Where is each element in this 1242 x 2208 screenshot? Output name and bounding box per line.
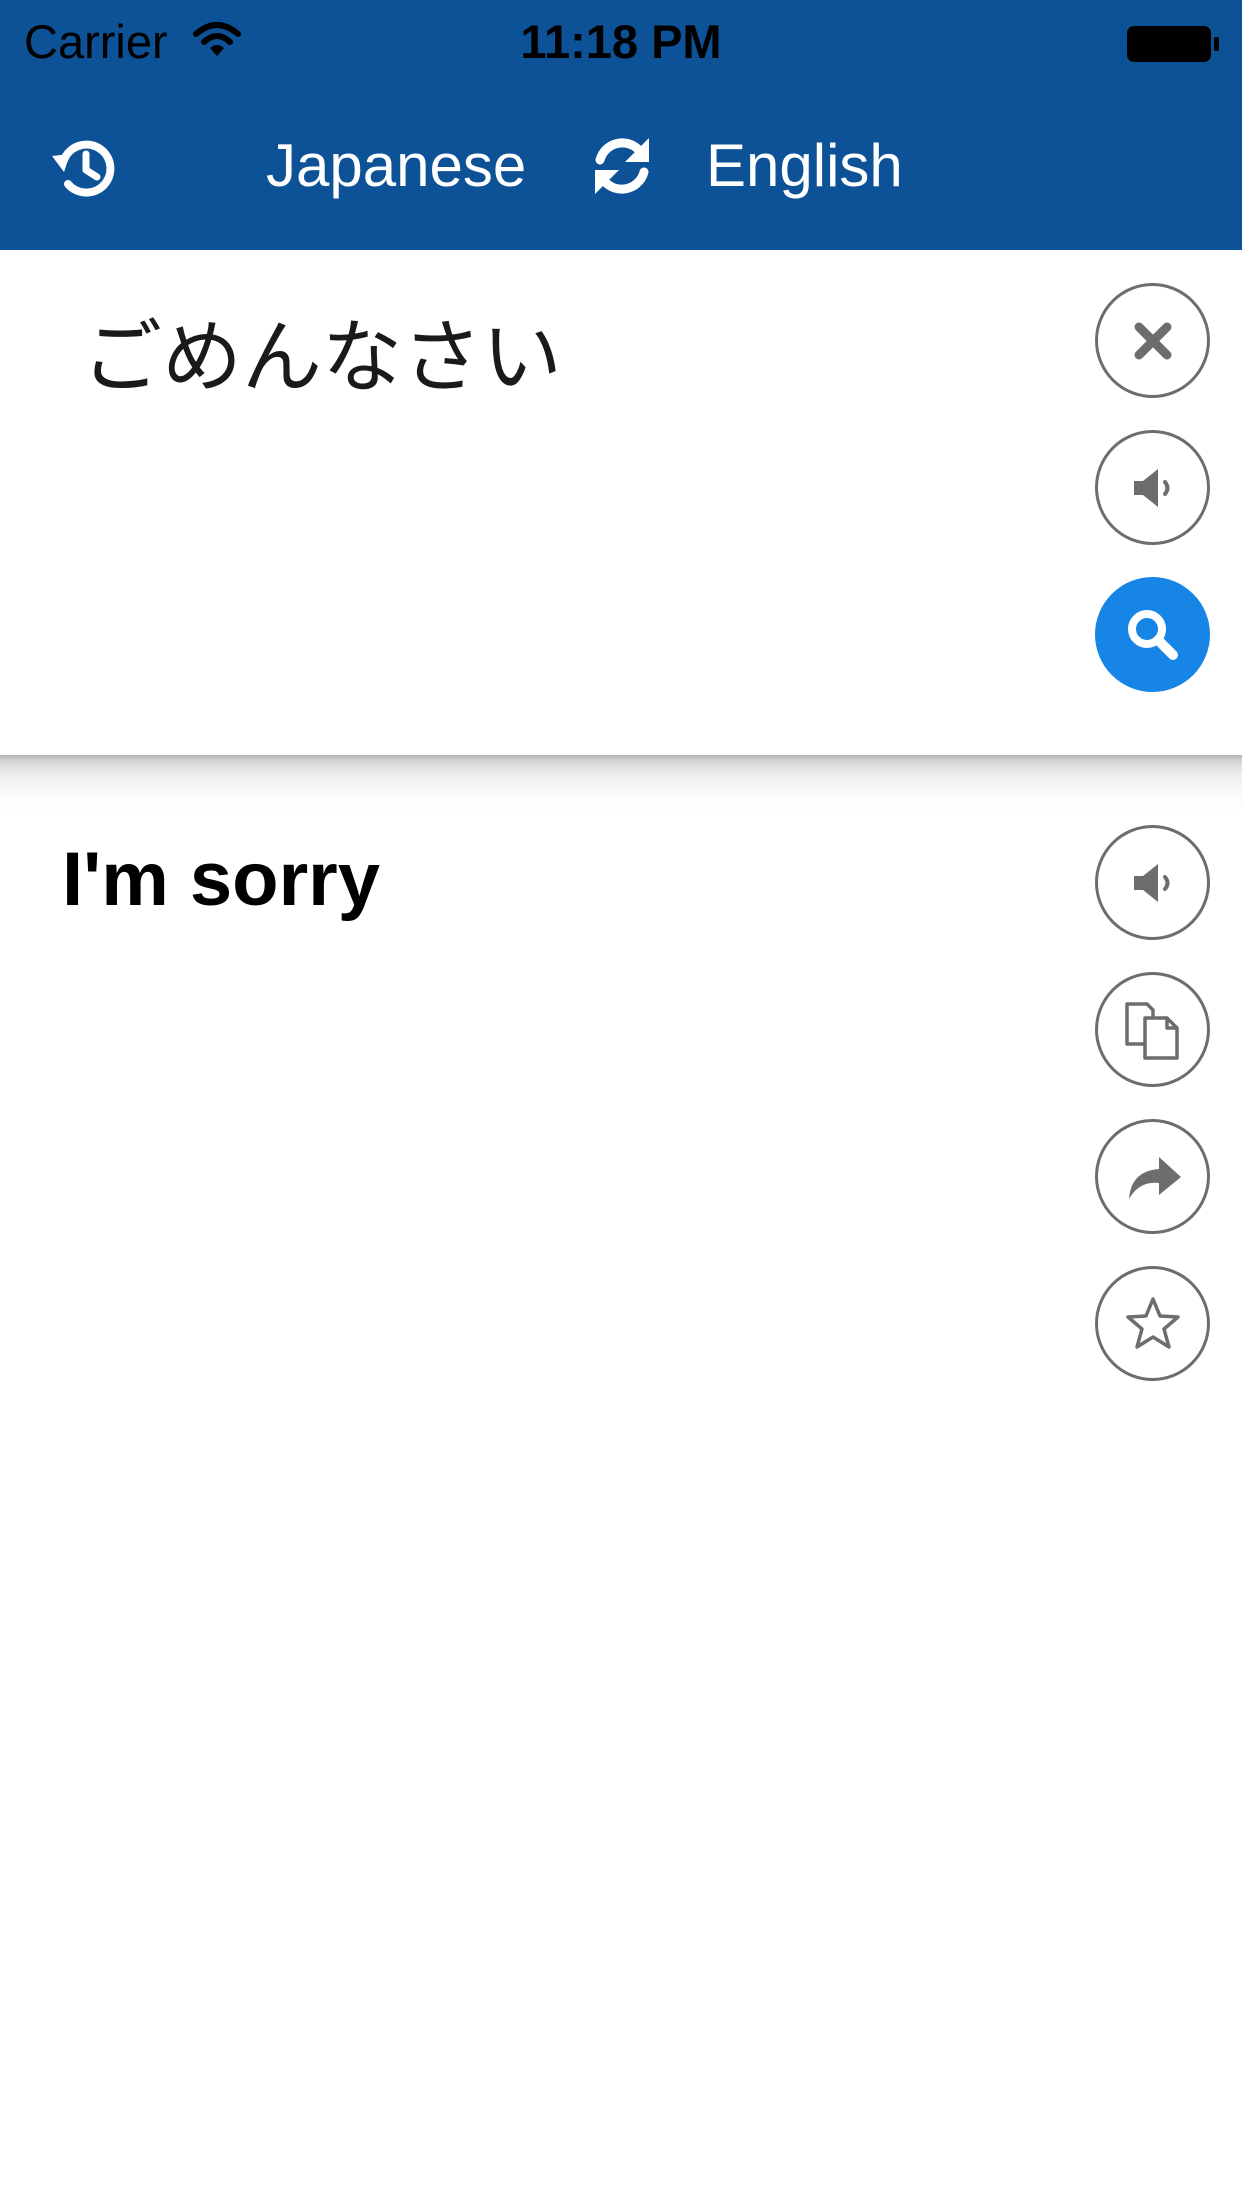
star-icon (1125, 1296, 1180, 1349)
copy-button[interactable] (1095, 972, 1210, 1087)
swap-icon[interactable] (590, 134, 654, 198)
status-time: 11:18 PM (520, 15, 722, 68)
clear-button[interactable] (1095, 283, 1210, 398)
input-area: ごめんなさい (0, 250, 1242, 755)
search-icon (1127, 609, 1178, 660)
speaker-icon (1133, 468, 1169, 507)
favorite-button[interactable] (1095, 1266, 1210, 1381)
source-language-button[interactable]: Japanese (266, 130, 526, 202)
divider-shadow (0, 755, 1242, 815)
translator-screen: Carrier 11:18 PM Japanese English ごめんなさい… (0, 0, 1242, 2208)
history-icon[interactable] (50, 132, 120, 202)
share-button[interactable] (1095, 1119, 1210, 1234)
copy-icon (1124, 1001, 1179, 1060)
speaker-icon (1133, 863, 1169, 902)
target-language-button[interactable]: English (706, 130, 903, 202)
translation-result: I'm sorry (62, 837, 380, 922)
battery-icon (1127, 26, 1219, 62)
input-text-field[interactable]: ごめんなさい (82, 308, 562, 408)
share-icon (1128, 1156, 1181, 1199)
search-button[interactable] (1095, 577, 1210, 692)
speak-output-button[interactable] (1095, 825, 1210, 940)
header: Carrier 11:18 PM Japanese English (0, 0, 1242, 250)
status-bar: Carrier 11:18 PM (0, 0, 1242, 84)
close-icon (1134, 322, 1171, 359)
nav-bar: Japanese English (0, 84, 1242, 250)
speak-input-button[interactable] (1095, 430, 1210, 545)
